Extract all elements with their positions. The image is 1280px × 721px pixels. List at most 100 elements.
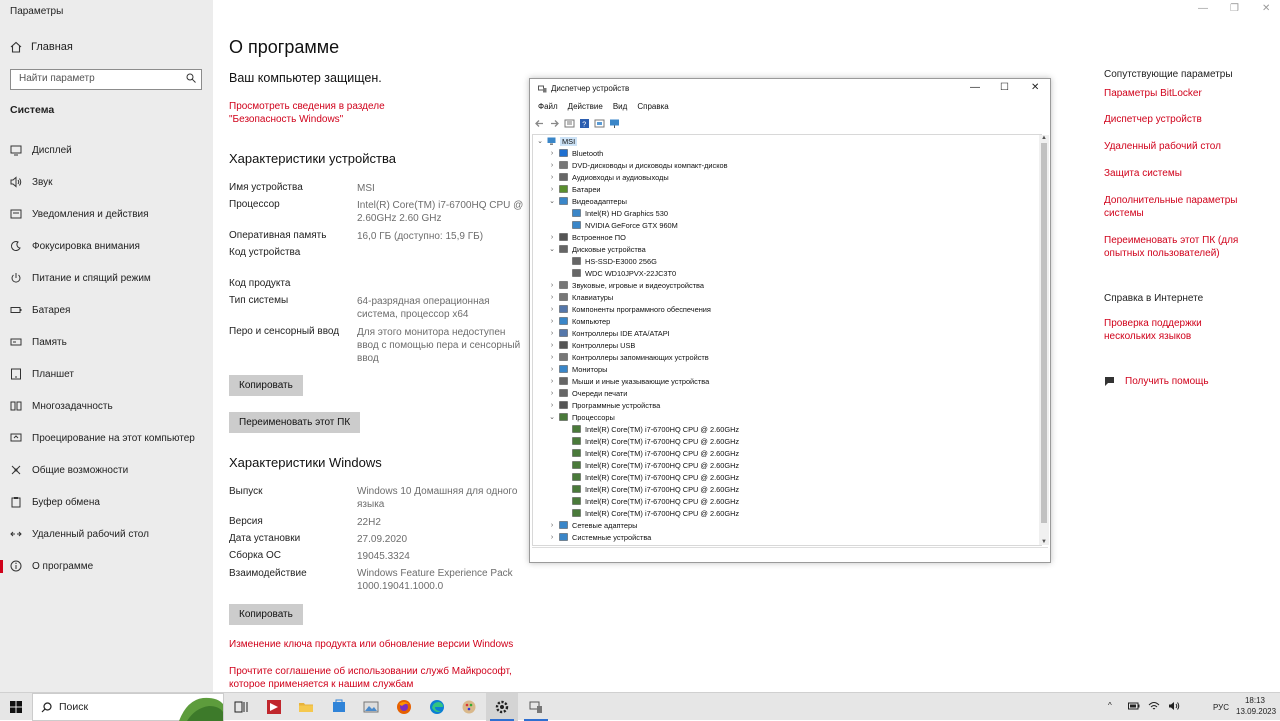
tree-category[interactable]: › Мониторы	[533, 363, 1041, 375]
chevron-right-icon[interactable]: ›	[548, 378, 556, 385]
tree-category[interactable]: › Контроллеры USB	[533, 339, 1041, 351]
language-support-link[interactable]: Проверка поддержки нескольких языков	[1104, 317, 1254, 343]
chevron-right-icon[interactable]: ›	[548, 282, 556, 289]
task-view-icon[interactable]	[233, 699, 249, 715]
chevron-right-icon[interactable]: ›	[548, 306, 556, 313]
system-protection-link[interactable]: Защита системы	[1104, 167, 1254, 180]
sidebar-item-battery[interactable]: Батарея	[0, 294, 213, 326]
services-agreement-link[interactable]: Прочтите соглашение об использовании слу…	[229, 665, 512, 691]
advanced-system-settings-link[interactable]: Дополнительные параметры системы	[1104, 194, 1254, 220]
back-arrow-icon[interactable]	[534, 118, 545, 129]
tree-category[interactable]: › Системные устройства	[533, 531, 1041, 543]
properties-icon[interactable]	[594, 118, 605, 129]
bitlocker-link[interactable]: Параметры BitLocker	[1104, 87, 1254, 100]
restore-button[interactable]: ❐	[1230, 3, 1239, 14]
file-explorer-icon[interactable]	[298, 699, 314, 715]
tree-category[interactable]: › Мыши и иные указывающие устройства	[533, 375, 1041, 387]
chevron-right-icon[interactable]: ›	[548, 174, 556, 181]
chevron-down-icon[interactable]: ⌄	[548, 245, 556, 253]
sidebar-item-clipboard[interactable]: Буфер обмена	[0, 486, 213, 518]
paint-app-icon[interactable]	[461, 699, 477, 715]
menu-action[interactable]: Действие	[568, 102, 603, 111]
copy-windows-specs-button[interactable]: Копировать	[229, 604, 303, 625]
sidebar-item-sound[interactable]: Звук	[0, 166, 213, 198]
product-key-link[interactable]: Изменение ключа продукта или обновление …	[229, 638, 513, 651]
tree-root[interactable]: ⌄ MSI	[533, 135, 1041, 147]
sidebar-item-storage[interactable]: Память	[0, 326, 213, 358]
menu-view[interactable]: Вид	[613, 102, 627, 111]
firefox-icon[interactable]	[396, 699, 412, 715]
chevron-down-icon[interactable]: ⌄	[548, 413, 556, 421]
device-manager-link[interactable]: Диспетчер устройств	[1104, 113, 1254, 126]
close-button[interactable]: ✕	[1262, 3, 1270, 14]
minimize-button[interactable]: —	[1198, 3, 1208, 14]
sidebar-item-projecting[interactable]: Проецирование на этот компьютер	[0, 422, 213, 454]
tray-overflow-icon[interactable]: ^	[1108, 701, 1112, 710]
chevron-right-icon[interactable]: ›	[548, 150, 556, 157]
tree-category[interactable]: › Программные устройства	[533, 399, 1041, 411]
tree-category[interactable]: ⌄ Дисковые устройства	[533, 243, 1041, 255]
tree-device[interactable]: HS-SSD-E3000 256G	[533, 255, 1041, 267]
rename-pc-button[interactable]: Переименовать этот ПК	[229, 412, 361, 433]
chevron-right-icon[interactable]: ›	[548, 342, 556, 349]
sidebar-item-display[interactable]: Дисплей	[0, 134, 213, 166]
device-manager-taskbar-button[interactable]	[520, 693, 552, 721]
scroll-up-icon[interactable]: ▲	[1041, 135, 1047, 141]
photos-app-icon[interactable]	[363, 699, 379, 715]
dm-maximize-button[interactable]: ☐	[1000, 82, 1009, 93]
input-language[interactable]: РУС	[1213, 703, 1229, 712]
chevron-right-icon[interactable]: ›	[548, 354, 556, 361]
tree-category[interactable]: › Встроенное ПО	[533, 231, 1041, 243]
tree-device[interactable]: Intel(R) Core(TM) i7-6700HQ CPU @ 2.60GH…	[533, 423, 1041, 435]
scan-hardware-icon[interactable]	[609, 118, 620, 129]
chevron-right-icon[interactable]: ›	[548, 234, 556, 241]
tree-category[interactable]: › Батареи	[533, 183, 1041, 195]
taskbar-search[interactable]: Поиск	[32, 693, 224, 721]
edge-icon[interactable]	[429, 699, 445, 715]
tree-category[interactable]: ⌄ Видеоадаптеры	[533, 195, 1041, 207]
tree-device[interactable]: Intel(R) HD Graphics 530	[533, 207, 1041, 219]
forward-arrow-icon[interactable]	[549, 118, 560, 129]
tree-category[interactable]: › Компьютер	[533, 315, 1041, 327]
sidebar-item-about[interactable]: О программе	[0, 550, 213, 582]
remote-desktop-link[interactable]: Удаленный рабочий стол	[1104, 140, 1254, 153]
tree-device[interactable]: Intel(R) Core(TM) i7-6700HQ CPU @ 2.60GH…	[533, 471, 1041, 483]
volume-tray-icon[interactable]	[1168, 700, 1180, 712]
tree-category[interactable]: › Bluetooth	[533, 147, 1041, 159]
device-manager-window[interactable]: Диспетчер устройств — ☐ ✕ Файл Действие …	[529, 78, 1051, 563]
tree-category[interactable]: › DVD-дисководы и дисководы компакт-диско…	[533, 159, 1041, 171]
device-tree-scrollbar[interactable]: ▲ ▼	[1039, 135, 1049, 545]
clock[interactable]: 18:13 13.09.2023	[1236, 696, 1276, 716]
windows-start-icon[interactable]	[10, 701, 22, 713]
tree-category[interactable]: › Клавиатуры	[533, 291, 1041, 303]
tree-device[interactable]: Intel(R) Core(TM) i7-6700HQ CPU @ 2.60GH…	[533, 447, 1041, 459]
settings-search-input[interactable]: Найти параметр	[10, 69, 202, 90]
tree-category[interactable]: › Звуковые, игровые и видеоустройства	[533, 279, 1041, 291]
dm-minimize-button[interactable]: —	[970, 82, 980, 93]
chevron-right-icon[interactable]: ›	[548, 534, 556, 541]
chevron-right-icon[interactable]: ›	[548, 318, 556, 325]
help-icon[interactable]: ?	[579, 118, 590, 129]
sidebar-item-shared[interactable]: Общие возможности	[0, 454, 213, 486]
scroll-down-icon[interactable]: ▼	[1041, 539, 1047, 545]
sidebar-item-power[interactable]: Питание и спящий режим	[0, 262, 213, 294]
get-help-link[interactable]: Получить помощь	[1104, 375, 1209, 388]
tree-device[interactable]: WDC WD10JPVX-22JC3T0	[533, 267, 1041, 279]
tree-category[interactable]: › Компоненты программного обеспечения	[533, 303, 1041, 315]
chevron-right-icon[interactable]: ›	[548, 294, 556, 301]
sidebar-item-notifications[interactable]: Уведомления и действия	[0, 198, 213, 230]
chevron-right-icon[interactable]: ›	[548, 366, 556, 373]
chevron-down-icon[interactable]: ⌄	[536, 137, 544, 145]
battery-tray-icon[interactable]	[1128, 701, 1140, 711]
store-app-icon[interactable]	[331, 699, 347, 715]
sidebar-item-multitasking[interactable]: Многозадачность	[0, 390, 213, 422]
tree-category[interactable]: › Сетевые адаптеры	[533, 519, 1041, 531]
tree-device[interactable]: Intel(R) Core(TM) i7-6700HQ CPU @ 2.60GH…	[533, 507, 1041, 519]
chevron-right-icon[interactable]: ›	[548, 402, 556, 409]
media-app-icon[interactable]	[266, 699, 282, 715]
sidebar-item-remote-desktop[interactable]: Удаленный рабочий стол	[0, 518, 213, 550]
tree-category[interactable]: › Аудиовходы и аудиовыходы	[533, 171, 1041, 183]
tree-device[interactable]: Intel(R) Core(TM) i7-6700HQ CPU @ 2.60GH…	[533, 435, 1041, 447]
view-tree-icon[interactable]	[564, 118, 575, 129]
wifi-tray-icon[interactable]	[1148, 700, 1160, 712]
